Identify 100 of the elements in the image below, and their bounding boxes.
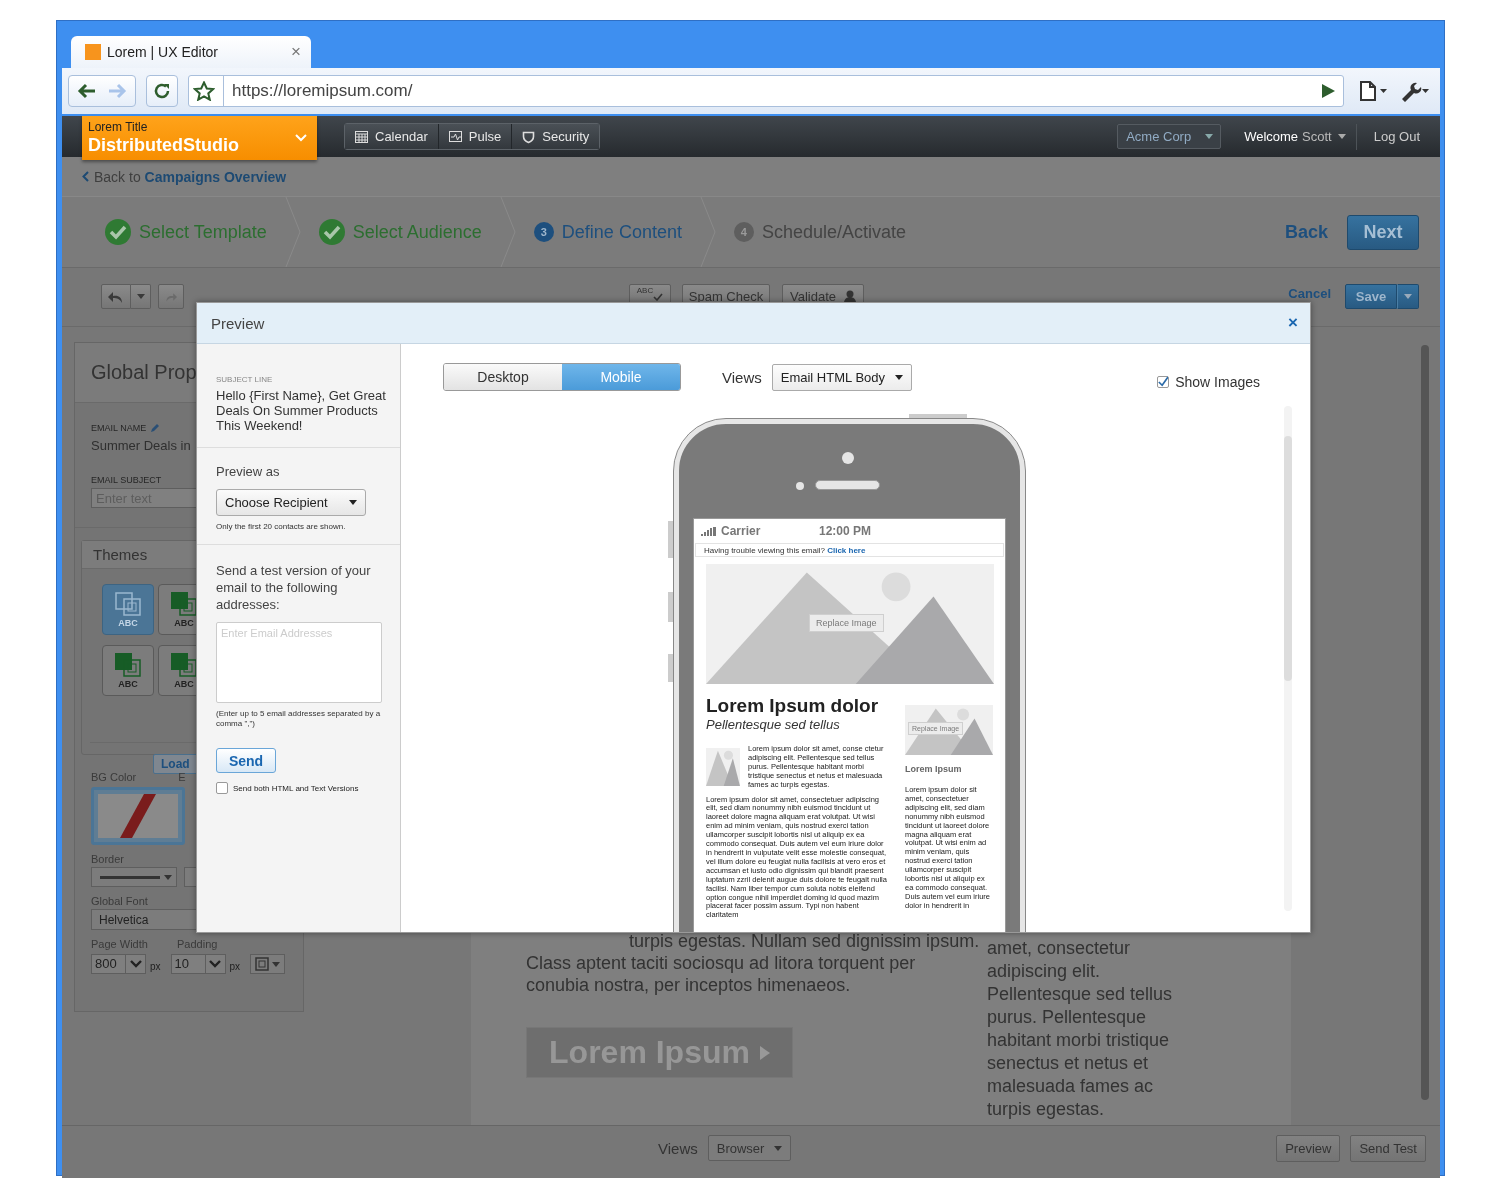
- field-label: Page Width: [91, 938, 149, 950]
- close-button[interactable]: ×: [1288, 313, 1298, 333]
- send-button[interactable]: Send: [216, 748, 276, 773]
- body-text: senectus et netus et: [987, 1052, 1150, 1075]
- chevron-down-icon: [209, 960, 222, 968]
- calendar-icon: [355, 129, 368, 144]
- theme-icon: [115, 591, 141, 616]
- check-icon: [105, 219, 131, 245]
- welcome-text: Welcome: [1244, 129, 1299, 144]
- nav-button[interactable]: Calendar: [345, 124, 439, 149]
- back-link[interactable]: Back: [1284, 221, 1328, 243]
- nav-button[interactable]: Pulse: [438, 124, 513, 149]
- play-icon: [759, 1045, 770, 1060]
- check-icon: [1158, 376, 1169, 388]
- undo-button[interactable]: [101, 284, 131, 309]
- instruction-text: Send a test version of your email to the following addresses:: [216, 562, 372, 613]
- user-menu[interactable]: Scott: [1302, 129, 1346, 144]
- time-text: 12:00 PM: [819, 524, 872, 538]
- field-label: SUBJECT LINE: [216, 375, 274, 384]
- scrollbar-thumb[interactable]: [1284, 436, 1292, 681]
- scrollbar[interactable]: [1284, 406, 1292, 911]
- color-swatch[interactable]: [91, 787, 185, 845]
- theme-icon: [171, 652, 197, 677]
- breadcrumb-link[interactable]: Back to Campaigns Overview: [94, 168, 287, 185]
- page-menu-icon[interactable]: [1358, 80, 1388, 102]
- caret-icon: [1337, 134, 1346, 139]
- step-label: Select Audience: [352, 221, 482, 243]
- field-label: Global Font: [91, 895, 149, 907]
- close-tab-button[interactable]: ×: [291, 42, 301, 62]
- caret-icon: [349, 500, 357, 505]
- play-icon[interactable]: [1321, 84, 1335, 98]
- field-label: EMAIL NAME: [91, 423, 147, 433]
- no-color-icon: [98, 794, 178, 838]
- footer-button[interactable]: Send Test: [1350, 1134, 1426, 1162]
- save-menu-button[interactable]: [1397, 284, 1419, 309]
- logout-link[interactable]: Log Out: [1373, 129, 1420, 144]
- brand-menu[interactable]: Lorem Title DistributedStudio: [82, 116, 317, 160]
- undo-menu-button[interactable]: [131, 284, 151, 309]
- theme-tile[interactable]: ABC: [102, 645, 154, 697]
- theme-icon: [171, 591, 197, 616]
- body-text: turpis egestas. Nullam sed dignissim ipsum.: [628, 930, 981, 952]
- account-dropdown[interactable]: Acme Corp: [1117, 124, 1222, 149]
- body-text: turpis egestas.: [987, 1098, 1106, 1121]
- email-subheading: Pellentesque sed tellus: [706, 717, 841, 733]
- theme-tile[interactable]: ABC: [102, 584, 154, 636]
- brand-name: DistributedStudio: [88, 134, 240, 156]
- border-box-icon: [255, 957, 270, 971]
- phone-camera: [842, 452, 854, 464]
- body-text: Pellentesque sed tellus: [987, 983, 1173, 1006]
- panel-title: Global Prop: [91, 361, 197, 383]
- caret-icon: [164, 874, 172, 880]
- email-side-heading: Lorem Ipsum: [905, 764, 963, 774]
- pencil-icon[interactable]: [150, 423, 161, 433]
- field-label: Preview as: [216, 464, 281, 479]
- views-dropdown[interactable]: Browser: [707, 1135, 792, 1161]
- step-number: 3: [533, 222, 554, 242]
- checkbox-label: Show Images: [1175, 374, 1260, 390]
- views-label: Views: [658, 1139, 698, 1157]
- padding-dropdown[interactable]: 10: [170, 954, 226, 974]
- back-arrow-icon[interactable]: [77, 83, 97, 99]
- brand-label: Lorem Title: [88, 120, 149, 134]
- step-number: 4: [733, 222, 754, 242]
- border-style-dropdown[interactable]: [91, 867, 177, 887]
- nav-button[interactable]: Security: [512, 124, 600, 149]
- body-text: malesuada fames ac: [987, 1075, 1155, 1098]
- checkbox-label: Send both HTML and Text Versions: [233, 783, 359, 793]
- save-button[interactable]: Save: [1345, 284, 1397, 309]
- browser-tab[interactable]: Lorem | UX Editor ×: [71, 36, 311, 68]
- scrollbar[interactable]: [1421, 345, 1429, 1100]
- subject-text: Hello {First Name}, Get Great Deals On Summer Products This Weekend!: [216, 388, 387, 433]
- star-icon[interactable]: [193, 81, 215, 101]
- view-mode-tab[interactable]: Desktop: [444, 364, 562, 390]
- footer-button[interactable]: Preview: [1276, 1134, 1341, 1162]
- notice-text: Having trouble viewing this email? Click here: [704, 545, 866, 555]
- click-here-link[interactable]: Click here: [827, 545, 866, 555]
- padding-style-dropdown[interactable]: [250, 954, 286, 974]
- check-icon: [653, 293, 664, 301]
- step-label: Select Template: [139, 221, 267, 243]
- signal-icon: [701, 526, 717, 536]
- body-text: purus. Pellentesque: [987, 1006, 1148, 1029]
- chevron-down-icon: [295, 134, 307, 142]
- view-mode-tab[interactable]: Mobile: [562, 364, 680, 390]
- views-dropdown[interactable]: Email HTML Body: [771, 363, 912, 391]
- hint-text: Only the first 20 contacts are shown.: [216, 522, 347, 532]
- next-button[interactable]: Next: [1347, 214, 1419, 250]
- email-heading: Lorem Ipsum dolor: [706, 695, 880, 717]
- replace-image-button[interactable]: Replace Image: [809, 614, 884, 632]
- recipient-dropdown[interactable]: Choose Recipient: [216, 489, 366, 516]
- reload-icon[interactable]: [153, 82, 171, 100]
- caret-icon: [774, 1145, 783, 1151]
- checkbox[interactable]: [216, 782, 228, 794]
- page-width-dropdown[interactable]: 800: [91, 954, 146, 974]
- spell-check-button[interactable]: ABC: [629, 284, 671, 304]
- unit-label: px: [229, 961, 241, 972]
- checkbox[interactable]: [1157, 376, 1170, 388]
- caret-icon: [1205, 134, 1214, 139]
- phone-sensor: [796, 482, 804, 490]
- redo-button[interactable]: [158, 284, 184, 309]
- field-label: E: [178, 771, 186, 783]
- phone-speaker: [815, 480, 880, 490]
